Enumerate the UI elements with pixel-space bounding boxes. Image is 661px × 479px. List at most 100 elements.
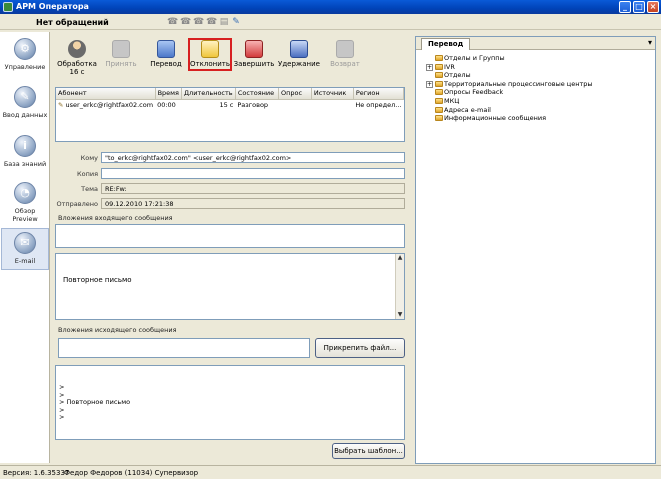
folder-icon xyxy=(435,80,443,87)
incoming-attachments-label: Вложения входящего сообщения xyxy=(58,214,173,222)
sidebar-item-management[interactable]: ⚙ Управление xyxy=(1,38,49,71)
table-row[interactable]: ✎ user_erkc@rightfax02.com 00:00 15 с Ра… xyxy=(56,99,404,110)
sidebar-item-label: Ввод данных xyxy=(2,111,48,119)
tree-item[interactable]: МКЦ xyxy=(426,97,593,106)
scroll-down-icon[interactable]: ▼ xyxy=(396,311,404,319)
sidebar: ⚙ Управление ✎ Ввод данных i База знаний… xyxy=(0,32,50,463)
message-body[interactable]: Повторное письмо ▲ ▼ xyxy=(55,253,405,320)
column-header[interactable]: Источник xyxy=(311,88,354,100)
pen-icon[interactable]: ✎ xyxy=(231,17,241,27)
pencil-icon: ✎ xyxy=(14,86,36,108)
reply-editor[interactable]: > > > Повторное письмо > > xyxy=(55,365,405,440)
select-template-button[interactable]: Выбрать шаблон... xyxy=(332,443,405,459)
folder-icon xyxy=(435,72,443,79)
transfer-tree[interactable]: Отделы и Группы + IVR Отделы + Территориал… xyxy=(426,54,593,123)
sent-field: 09.12.2010 17:21:38 xyxy=(101,198,405,209)
decline-highlight xyxy=(188,38,232,71)
cell-subscriber: ✎ user_erkc@rightfax02.com xyxy=(58,100,154,109)
tab-transfer[interactable]: Перевод xyxy=(421,38,471,50)
return-label: Возврат xyxy=(330,60,360,68)
transfer-panel: Перевод ▾ Отделы и Группы + IVR Отделы + Т… xyxy=(415,36,656,464)
message-text: Повторное письмо xyxy=(63,276,132,284)
close-button[interactable]: × xyxy=(647,1,659,13)
processing-indicator: Обработка 16 с xyxy=(55,40,99,76)
sidebar-item-label: Обзор Preview xyxy=(12,207,38,223)
to-label: Кому xyxy=(80,154,98,162)
reply-line: > xyxy=(59,413,65,422)
user-text: Федор Федоров (11034) Супервизор xyxy=(64,469,199,477)
reply-line: > Повторное письмо xyxy=(59,398,131,407)
minimize-button[interactable]: _ xyxy=(619,1,631,13)
incoming-attachments-box[interactable] xyxy=(55,224,405,248)
column-header[interactable]: Опрос xyxy=(278,88,312,100)
scroll-up-icon[interactable]: ▲ xyxy=(396,254,404,262)
call-status-text: Нет обращений xyxy=(36,18,109,27)
phone-transfer-icon[interactable]: ☎ xyxy=(193,17,204,27)
sidebar-item-label: E-mail xyxy=(14,257,36,265)
sidebar-item-data-entry[interactable]: ✎ Ввод данных xyxy=(1,86,49,119)
phone-hold-icon[interactable]: ☎ xyxy=(180,17,191,27)
folder-icon xyxy=(435,55,443,61)
call-status-row: Нет обращений ☎ ☎ ☎ ☎ ▤ ✎ xyxy=(0,14,661,30)
sidebar-item-label: Управление xyxy=(4,63,46,71)
cell-duration: 15 с xyxy=(219,100,234,109)
tree-item[interactable]: + Территориальные процессинговые центры xyxy=(426,80,593,89)
sidebar-item-email[interactable]: ✉ E-mail xyxy=(1,228,49,270)
title-bar: АРМ Оператора _ □ × xyxy=(0,0,661,14)
envelope-accept-icon xyxy=(112,40,130,58)
expand-icon[interactable]: + xyxy=(426,80,433,88)
folder-icon xyxy=(435,89,443,96)
folder-icon xyxy=(435,115,443,122)
status-bar: Версия: 1.6.35337 Федор Федоров (11034) … xyxy=(0,465,661,479)
tree-item[interactable]: Информационные сообщения xyxy=(426,114,593,123)
maximize-button[interactable]: □ xyxy=(633,1,645,13)
expand-icon[interactable]: + xyxy=(426,63,433,71)
folder-icon xyxy=(435,97,443,104)
column-header[interactable]: Абонент xyxy=(56,88,156,100)
cell-poll xyxy=(278,99,311,110)
attachment-icon: ✎ xyxy=(58,100,66,109)
tree-item[interactable]: + IVR xyxy=(426,63,593,72)
reply-line: > xyxy=(59,405,65,414)
folder-icon xyxy=(435,63,443,70)
attach-file-button[interactable]: Прикрепить файл... xyxy=(315,338,405,358)
hold-button[interactable]: Удержание xyxy=(277,40,321,68)
phone-icon[interactable]: ☎ xyxy=(167,17,178,27)
phone-end-icon[interactable]: ☎ xyxy=(206,17,217,27)
panel-menu-icon[interactable]: ▾ xyxy=(648,38,652,47)
envelope-return-icon xyxy=(336,40,354,58)
subject-field[interactable]: RE:Fw: xyxy=(101,183,405,194)
accept-button[interactable]: Принять xyxy=(99,40,143,68)
window-title: АРМ Оператора xyxy=(16,2,89,11)
gear-icon: ⚙ xyxy=(14,38,36,60)
app-icon xyxy=(3,2,13,12)
column-header[interactable]: Состояние xyxy=(235,88,279,100)
cc-field[interactable] xyxy=(101,168,405,179)
toolbar: Обработка 16 с Принять Перевод Отклонить… xyxy=(55,36,410,84)
calls-table[interactable]: Абонент Время Длительность Состояние Опр… xyxy=(55,87,405,142)
accept-label: Принять xyxy=(105,60,137,68)
cell-state: Разговор xyxy=(237,100,269,109)
reply-text: > > > Повторное письмо > > xyxy=(59,383,131,422)
message-icon[interactable]: ▤ xyxy=(219,17,229,27)
outgoing-attachments-box[interactable] xyxy=(58,338,310,358)
info-icon: i xyxy=(14,135,36,157)
column-header[interactable]: Регион xyxy=(353,88,405,100)
cc-label: Копия xyxy=(77,170,98,178)
sidebar-item-knowledge-base[interactable]: i База знаний xyxy=(1,135,49,168)
reply-line: > xyxy=(59,383,65,391)
transfer-button[interactable]: Перевод xyxy=(144,40,188,68)
return-button[interactable]: Возврат xyxy=(323,40,367,68)
column-header[interactable]: Время xyxy=(155,88,182,100)
to-field[interactable]: "to_erkc@rightfax02.com" <user_erkc@righ… xyxy=(101,152,405,163)
finish-button[interactable]: Завершить xyxy=(232,40,276,68)
tree-item[interactable]: Опросы Feedback xyxy=(426,88,593,97)
message-scrollbar[interactable]: ▲ ▼ xyxy=(395,254,404,319)
tree-item[interactable]: Отделы и Группы xyxy=(426,54,593,63)
tree-item[interactable]: Отделы xyxy=(426,71,593,80)
panel-tabs: Перевод ▾ xyxy=(416,37,655,50)
column-header[interactable]: Длительность xyxy=(181,88,236,100)
processing-label: Обработка xyxy=(57,60,97,68)
sidebar-item-preview[interactable]: ◔ Обзор Preview xyxy=(1,182,49,223)
tree-item[interactable]: Адреса e-mail xyxy=(426,106,593,115)
